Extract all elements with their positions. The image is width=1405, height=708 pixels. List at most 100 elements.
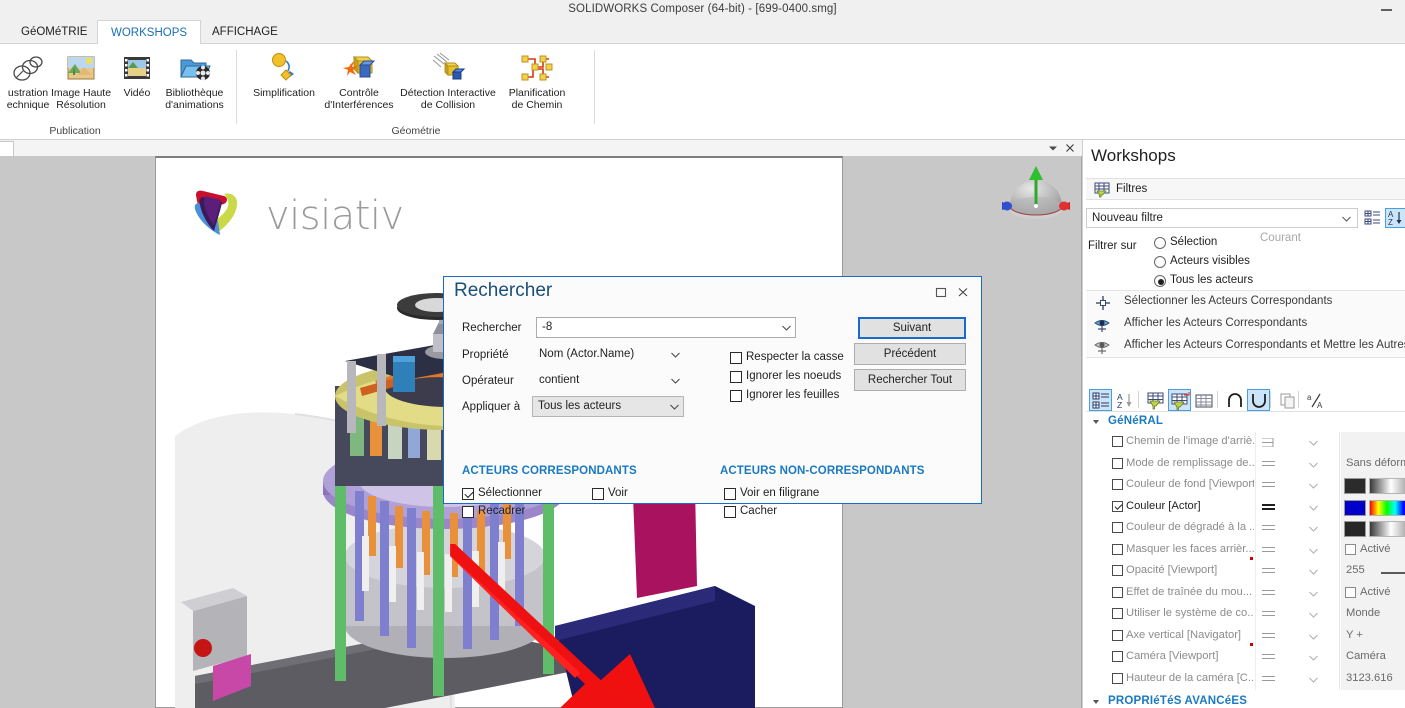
color-gradient-bar[interactable] [1369,478,1405,494]
ribbon-button-animation-library[interactable]: Bibliothèque d'animations [152,48,237,120]
ribbon-button-path-planning[interactable]: Planification de Chemin [497,48,577,120]
ribbon-button-high-res-image[interactable]: Image Haute Résolution [44,48,118,120]
property-row[interactable]: Mode de remplissage de... Sans déformati [1086,453,1405,475]
property-name-cell[interactable]: Hauteur de la caméra [C... [1102,668,1256,690]
property-value-cell[interactable]: Activé [1341,582,1405,604]
grid-table-icon[interactable] [1192,389,1215,411]
color-swatch[interactable] [1344,499,1366,516]
chevron-down-icon[interactable] [1309,483,1318,489]
sort-az-icon[interactable]: A Z [1113,389,1136,411]
close-icon[interactable] [955,285,971,299]
property-checkbox[interactable] [1112,500,1123,512]
property-checkbox[interactable] [1112,522,1123,533]
property-name-cell[interactable]: Masquer les faces arrièr... [1102,539,1256,561]
property-value-cell[interactable]: Sans déformati [1341,453,1405,475]
property-checkbox[interactable] [1112,608,1123,619]
property-value-cell[interactable]: Caméra [1341,647,1405,669]
property-checkbox[interactable] [1112,672,1123,684]
property-value-cell[interactable]: Monde [1341,604,1405,626]
button-rechercher-tout[interactable]: Rechercher Tout [854,369,966,391]
property-value-cell[interactable]: 255 [1341,561,1405,583]
property-row[interactable]: Masquer les faces arrièr... Activé [1086,539,1405,561]
chevron-down-icon[interactable] [1309,591,1318,597]
action-row-0[interactable]: Sélectionner les Acteurs Correspondants [1086,292,1405,314]
property-row[interactable]: Couleur de dégradé à la ... [1086,518,1405,540]
property-checkbox[interactable] [1112,543,1123,555]
tab-workshops[interactable]: WORKSHOPS [97,20,202,45]
value-slider[interactable] [1381,572,1405,574]
property-name-cell[interactable]: Effet de traînée du mou... [1102,582,1256,604]
value-checkbox[interactable] [1345,586,1356,598]
property-operator-cell[interactable] [1256,561,1340,583]
property-name-cell[interactable]: Mode de remplissage de... [1102,453,1256,475]
search-dialog[interactable]: Rechercher Rechercher -8 Propriété Nom (… [443,276,982,518]
chevron-down-icon[interactable] [1309,655,1318,661]
filter-table-new-icon[interactable] [1168,389,1191,411]
color-gradient-bar[interactable] [1369,499,1405,516]
union-icon[interactable] [1247,389,1270,411]
property-value-cell[interactable] [1341,518,1405,540]
property-checkbox[interactable] [1112,479,1123,490]
minimize-button[interactable] [1377,4,1397,16]
property-name-cell[interactable]: Couleur de dégradé à la ... [1102,518,1256,540]
property-operator-cell[interactable] [1256,625,1340,647]
property-operator-cell[interactable] [1256,496,1340,518]
chevron-down-icon[interactable] [1309,612,1318,618]
property-group-header[interactable]: GéNéRAL [1086,414,1405,431]
filter-table-icon[interactable] [1144,389,1167,411]
property-value-cell[interactable] [1341,432,1405,454]
tab-affichage[interactable]: AFFICHAGE [199,20,291,44]
property-select[interactable]: Nom (Actor.Name) [534,344,684,365]
property-name-cell[interactable]: Caméra [Viewport] [1102,647,1256,669]
chevron-down-icon[interactable] [1309,569,1318,575]
group-list-icon[interactable] [1089,389,1112,411]
operator-select[interactable]: contient [534,370,684,391]
filters-section-header[interactable]: Filtres [1086,178,1405,200]
ribbon-button-collision-detection[interactable]: Détection Interactive de Collision [389,48,507,120]
property-name-cell[interactable]: Couleur de fond [Viewport] [1102,475,1256,497]
property-operator-cell[interactable] [1256,604,1340,626]
chevron-down-icon[interactable] [1046,141,1060,155]
navigation-compass-icon[interactable] [998,160,1074,236]
property-row[interactable]: Couleur de fond [Viewport] [1086,475,1405,497]
property-value-cell[interactable]: Activé [1341,539,1405,561]
property-operator-cell[interactable] [1256,582,1340,604]
property-value-cell[interactable] [1341,475,1405,497]
property-checkbox[interactable] [1112,651,1123,662]
property-operator-cell[interactable] [1256,539,1340,561]
property-checkbox[interactable] [1112,436,1123,447]
property-operator-cell[interactable] [1256,432,1340,454]
property-name-cell[interactable]: Opacité [Viewport] [1102,561,1256,583]
property-row[interactable]: Caméra [Viewport] Caméra [1086,647,1405,669]
chevron-down-icon[interactable] [1309,548,1318,554]
property-checkbox[interactable] [1112,457,1123,469]
intersect-icon[interactable] [1223,389,1246,411]
color-swatch[interactable] [1344,521,1366,537]
button-suivant[interactable]: Suivant [858,317,966,339]
property-value-cell[interactable] [1341,496,1405,518]
property-checkbox[interactable] [1112,565,1123,576]
chevron-down-icon[interactable] [1309,634,1318,640]
case-ratio-icon[interactable]: a A [1304,389,1327,411]
action-row-2[interactable]: Afficher les Acteurs Correspondants et M… [1086,336,1405,358]
property-operator-cell[interactable] [1256,647,1340,669]
property-row[interactable]: Hauteur de la caméra [C... 3123.616 [1086,668,1405,690]
chevron-down-icon[interactable] [1309,505,1318,511]
copy-icon[interactable] [1276,389,1299,411]
value-checkbox[interactable] [1345,543,1356,555]
property-row[interactable]: Couleur [Actor] [1086,496,1405,518]
property-name-cell[interactable]: Chemin de l'image d'arriè... [1102,432,1256,454]
apply-to-select[interactable]: Tous les acteurs [532,396,684,417]
properties-list[interactable]: GéNéRAL Chemin de l'image d'arriè... Mode … [1086,414,1405,708]
search-input[interactable]: -8 [536,317,796,338]
property-value-cell[interactable]: 3123.616 [1341,668,1405,690]
tab-géométrie[interactable]: GéOMéTRIE [8,20,100,44]
property-operator-cell[interactable] [1256,453,1340,475]
chevron-down-icon[interactable] [1309,440,1318,446]
property-row[interactable]: Opacité [Viewport] 255 [1086,561,1405,583]
property-checkbox[interactable] [1112,586,1123,598]
chevron-down-icon[interactable] [1309,462,1318,468]
property-operator-cell[interactable] [1256,475,1340,497]
property-row[interactable]: Effet de traînée du mou... Activé [1086,582,1405,604]
property-operator-cell[interactable] [1256,518,1340,540]
